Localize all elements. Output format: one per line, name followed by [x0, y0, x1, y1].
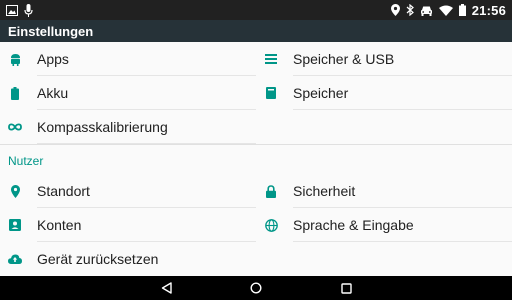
- setting-storage-usb[interactable]: Speicher & USB: [256, 42, 512, 76]
- cloud-upload-icon: [8, 252, 22, 266]
- back-icon[interactable]: [156, 278, 176, 298]
- app-bar: Einstellungen: [0, 20, 512, 42]
- setting-location[interactable]: Standort: [0, 174, 256, 208]
- setting-label: Gerät zurücksetzen: [37, 251, 159, 267]
- storage-list-icon: [264, 52, 278, 66]
- globe-icon: [264, 218, 278, 232]
- section-title: Nutzer: [8, 154, 44, 168]
- setting-battery[interactable]: Akku: [0, 76, 256, 110]
- wifi-icon: [438, 5, 453, 16]
- microphone-icon: [24, 3, 33, 17]
- empty-cell: [256, 242, 512, 276]
- location-icon: [390, 4, 400, 16]
- setting-compass-calibration[interactable]: Kompasskalibrierung: [0, 110, 256, 144]
- navigation-bar: [0, 276, 512, 300]
- setting-apps[interactable]: Apps: [0, 42, 256, 76]
- settings-list: Apps Speicher & USB Akku Speicher Kompas…: [0, 42, 512, 276]
- setting-label: Speicher & USB: [293, 51, 395, 67]
- memory-icon: [264, 86, 278, 100]
- setting-accounts[interactable]: Konten: [0, 208, 256, 242]
- android-icon: [8, 52, 22, 66]
- setting-label: Sprache & Eingabe: [293, 217, 414, 233]
- setting-label: Apps: [37, 51, 69, 67]
- location-pin-icon: [8, 184, 22, 198]
- bluetooth-icon: [406, 4, 414, 16]
- image-icon: [6, 4, 18, 16]
- account-box-icon: [8, 218, 22, 232]
- setting-label: Konten: [37, 217, 82, 233]
- setting-language-input[interactable]: Sprache & Eingabe: [256, 208, 512, 242]
- battery-icon: [8, 86, 22, 100]
- car-icon: [420, 5, 433, 16]
- setting-label: Akku: [37, 85, 69, 101]
- status-bar: 21:56: [0, 0, 512, 20]
- setting-factory-reset[interactable]: Gerät zurücksetzen: [0, 242, 256, 276]
- page-title: Einstellungen: [8, 23, 94, 39]
- home-icon[interactable]: [246, 278, 266, 298]
- clock: 21:56: [471, 2, 506, 18]
- setting-memory[interactable]: Speicher: [256, 76, 512, 110]
- empty-cell: [256, 110, 512, 144]
- recents-icon[interactable]: [336, 278, 356, 298]
- setting-label: Speicher: [293, 85, 349, 101]
- setting-label: Kompasskalibrierung: [37, 119, 168, 135]
- section-header-nutzer: Nutzer: [0, 144, 512, 174]
- infinity-icon: [8, 120, 22, 134]
- lock-icon: [264, 184, 278, 198]
- setting-label: Sicherheit: [293, 183, 356, 199]
- setting-security[interactable]: Sicherheit: [256, 174, 512, 208]
- battery-icon: [458, 4, 466, 16]
- setting-label: Standort: [37, 183, 90, 199]
